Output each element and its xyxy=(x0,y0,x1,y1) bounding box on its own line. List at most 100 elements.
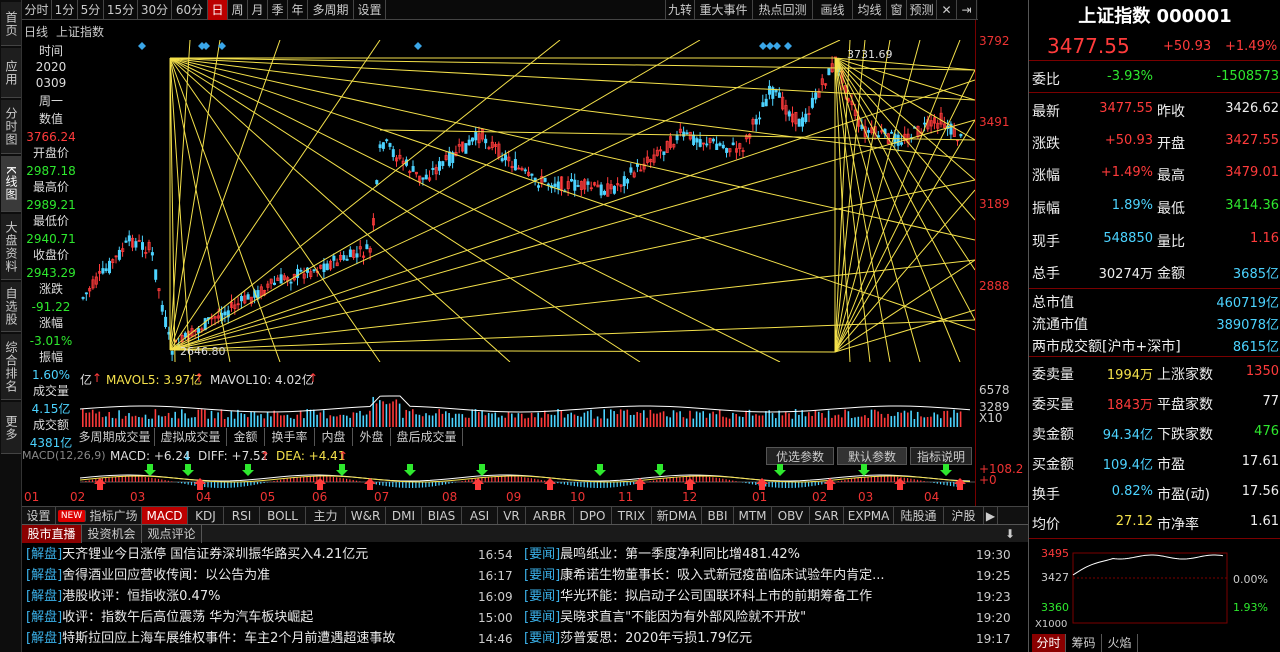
tab-opinion[interactable]: 观点评论 xyxy=(142,525,202,543)
major-events-button[interactable]: 重大事件 xyxy=(695,0,753,20)
tab-sh-connect[interactable]: 沪股 xyxy=(944,507,984,525)
tab-live[interactable]: 股市直播 xyxy=(22,525,82,543)
tab-connect[interactable]: 陆股通 xyxy=(894,507,944,525)
tab-ranking[interactable]: 综合排名 xyxy=(1,334,21,400)
download-icon[interactable]: ⬇ xyxy=(1000,525,1020,543)
tab-inner[interactable]: 内盘 xyxy=(315,428,353,446)
list-item[interactable]: [解盘]港股收评：恒指收涨0.47% xyxy=(26,586,486,607)
period-1min[interactable]: 1分 xyxy=(52,0,78,20)
list-item[interactable]: [解盘]特斯拉回应上海车展维权事件：车主2个月前遭遇超速事故 xyxy=(26,628,486,649)
tab-arbr[interactable]: ARBR xyxy=(526,507,574,525)
list-item[interactable]: [要闻]康希诺生物董事长：吸入式新冠疫苗临床试验年内肯定... xyxy=(524,565,964,586)
tab-indicator-square[interactable]: 指标广场 xyxy=(86,507,142,525)
tab-kline[interactable]: K线图 xyxy=(1,156,21,212)
tab-boll[interactable]: BOLL xyxy=(260,507,306,525)
volume-bar xyxy=(494,412,497,427)
default-params-button[interactable]: 默认参数 xyxy=(837,447,907,465)
tab-app[interactable]: 应用 xyxy=(1,48,21,98)
kline-chart[interactable]: 3731.69 2646.80 xyxy=(80,40,975,362)
tab-watchlist[interactable]: 自选股 xyxy=(1,282,21,332)
settings-button[interactable]: 设置 xyxy=(354,0,386,20)
tab-virtual-volume[interactable]: 虚拟成交量 xyxy=(155,428,227,446)
list-item[interactable]: [解盘]舍得酒业回应营收传闻：以公告为准 xyxy=(26,565,486,586)
optimal-params-button[interactable]: 优选参数 xyxy=(766,447,834,465)
tab-home[interactable]: 首页 xyxy=(1,2,21,46)
tab-flame[interactable]: 火焰 xyxy=(1102,634,1138,652)
list-item[interactable]: [要闻]莎普爱思：2020年亏损1.79亿元 xyxy=(524,628,964,649)
tab-chips[interactable]: 筹码 xyxy=(1066,634,1102,652)
event-diamond-icon[interactable] xyxy=(759,42,767,50)
macd-bar xyxy=(590,482,592,488)
volume-bar xyxy=(715,414,718,427)
back-arrow-icon[interactable]: ⇥ xyxy=(957,0,977,20)
list-item[interactable]: [解盘]收评：指数午后高位震荡 华为汽车板块崛起 xyxy=(26,607,486,628)
close-icon[interactable]: ✕ xyxy=(937,0,957,20)
candle xyxy=(616,177,620,192)
volume-bar xyxy=(369,410,371,427)
list-item[interactable]: [要闻]吴晓求直言"不能因为有外部风险就不开放" xyxy=(524,607,964,628)
tab-obv[interactable]: OBV xyxy=(772,507,810,525)
event-diamond-icon[interactable] xyxy=(138,42,146,50)
tab-amount[interactable]: 金额 xyxy=(227,428,265,446)
tab-timeshare[interactable]: 分时图 xyxy=(1,100,21,154)
candle xyxy=(193,330,197,338)
tab-multi-period-volume[interactable]: 多周期成交量 xyxy=(75,428,155,446)
period-quarter[interactable]: 季 xyxy=(268,0,288,20)
event-diamond-icon[interactable] xyxy=(784,42,792,50)
tab-dmi[interactable]: DMI xyxy=(386,507,422,525)
tab-more[interactable]: 更多 xyxy=(1,402,21,454)
period-timeshare[interactable]: 分时 xyxy=(22,0,52,20)
period-day[interactable]: 日 xyxy=(208,0,228,20)
volume-bar xyxy=(82,409,84,427)
hot-backtest-button[interactable]: 热点回测 xyxy=(753,0,813,20)
tab-sar[interactable]: SAR xyxy=(810,507,844,525)
event-diamond-icon[interactable] xyxy=(766,42,774,50)
tab-trix[interactable]: TRIX xyxy=(612,507,652,525)
tab-market-info[interactable]: 大盘资料 xyxy=(1,214,21,280)
volume-bar xyxy=(563,417,566,427)
tab-mini-timeshare[interactable]: 分时 xyxy=(1032,634,1066,652)
list-item[interactable]: [解盘]天齐锂业今日涨停 国信证券深圳振华路买入4.21亿元 xyxy=(26,544,486,565)
period-60min[interactable]: 60分 xyxy=(172,0,208,20)
draw-line-button[interactable]: 画线 xyxy=(813,0,853,20)
tab-rsi[interactable]: RSI xyxy=(224,507,260,525)
tab-dpo[interactable]: DPO xyxy=(574,507,612,525)
period-year[interactable]: 年 xyxy=(288,0,308,20)
tab-expma[interactable]: EXPMA xyxy=(844,507,894,525)
tab-bbi[interactable]: BBI xyxy=(702,507,734,525)
right-bottom-tabs: 分时 筹码 火焰 xyxy=(1028,634,1280,652)
scroll-right-icon[interactable]: ▶ xyxy=(984,507,998,525)
mini-timeshare-chart[interactable]: 3495 3427 3360 0.00% 1.93% X1000 xyxy=(1033,545,1280,633)
nine-turn-button[interactable]: 九转 xyxy=(665,0,695,20)
list-item[interactable]: [要闻]华光环能：拟启动子公司国联环科上市的前期筹备工作 xyxy=(524,586,964,607)
quote-row: 总手 30274万 金额 3685亿 xyxy=(1029,255,1280,287)
period-15min[interactable]: 15分 xyxy=(104,0,138,20)
event-diamond-icon[interactable] xyxy=(414,42,422,50)
ma-button[interactable]: 均线 xyxy=(853,0,887,20)
period-5min[interactable]: 5分 xyxy=(78,0,104,20)
period-multi[interactable]: 多周期 xyxy=(308,0,354,20)
tab-new-dma[interactable]: 新DMA xyxy=(652,507,702,525)
window-button[interactable]: 窗 xyxy=(887,0,907,20)
tab-kdj[interactable]: KDJ xyxy=(188,507,224,525)
forecast-button[interactable]: 预测 xyxy=(907,0,937,20)
tab-mtm[interactable]: MTM xyxy=(734,507,772,525)
tab-vr[interactable]: VR xyxy=(498,507,526,525)
period-week[interactable]: 周 xyxy=(228,0,248,20)
tab-macd[interactable]: MACD xyxy=(142,507,188,525)
indicator-help-button[interactable]: 指标说明 xyxy=(910,447,972,465)
volume-bar xyxy=(847,411,850,427)
tab-asi[interactable]: ASI xyxy=(462,507,498,525)
period-30min[interactable]: 30分 xyxy=(138,0,172,20)
indicator-settings[interactable]: 设置 xyxy=(22,507,56,525)
list-item[interactable]: [要闻]晨鸣纸业：第一季度净利同比增481.42% xyxy=(524,544,964,565)
period-month[interactable]: 月 xyxy=(248,0,268,20)
event-diamond-icon[interactable] xyxy=(773,42,781,50)
tab-outer[interactable]: 外盘 xyxy=(353,428,391,446)
tab-turnover[interactable]: 换手率 xyxy=(265,428,315,446)
tab-wr[interactable]: W&R xyxy=(346,507,386,525)
tab-opportunity[interactable]: 投资机会 xyxy=(82,525,142,543)
tab-after-hours-volume[interactable]: 盘后成交量 xyxy=(391,428,463,446)
tab-main-force[interactable]: 主力 xyxy=(306,507,346,525)
tab-bias[interactable]: BIAS xyxy=(422,507,462,525)
